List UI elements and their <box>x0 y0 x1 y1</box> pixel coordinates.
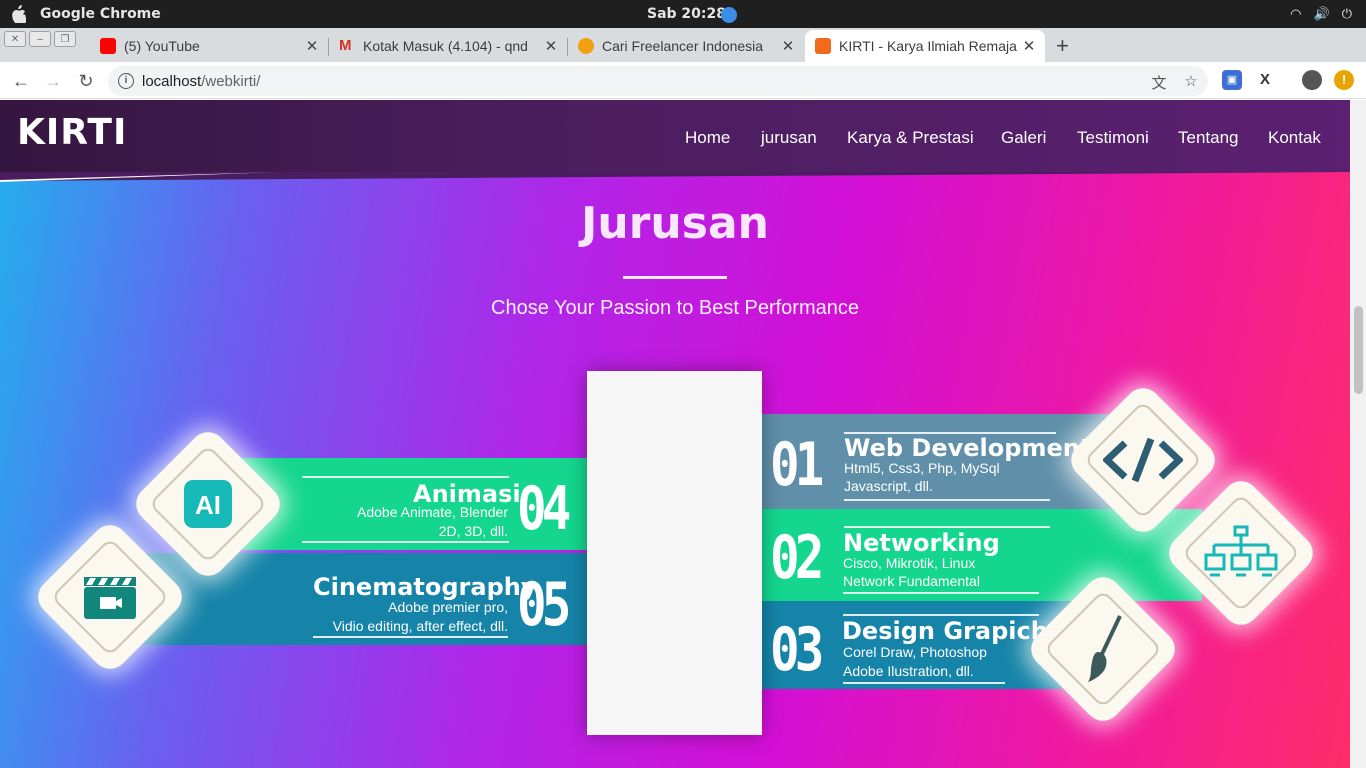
new-tab-button[interactable]: + <box>1056 33 1069 59</box>
menu-karya-prestasi[interactable]: Karya & Prestasi <box>847 128 974 148</box>
translate-icon[interactable]: 文 <box>1150 72 1168 92</box>
title-divider <box>623 276 727 279</box>
browser-toolbar: ← → ↻ i localhost/webkirti/ 文 ☆ ▣ X ! <box>0 62 1366 99</box>
major-desc: Adobe premier pro, <box>388 599 508 615</box>
info-icon[interactable]: i <box>118 73 134 89</box>
major-desc: Adobe Animate, Blender <box>357 504 508 520</box>
tab-gmail[interactable]: M Kotak Masuk (4.104) - qnd ✕ <box>329 30 568 62</box>
menu-tentang[interactable]: Tentang <box>1178 128 1239 148</box>
star-icon[interactable]: ☆ <box>1182 72 1200 90</box>
volume-icon[interactable]: 🔊 <box>1314 6 1330 22</box>
network-icon <box>1201 513 1281 593</box>
apple-icon[interactable] <box>10 5 26 23</box>
major-desc: Network Fundamental <box>843 573 980 589</box>
close-window-icon[interactable]: ✕ <box>4 31 26 47</box>
menu-testimoni[interactable]: Testimoni <box>1077 128 1149 148</box>
menu-kontak[interactable]: Kontak <box>1268 128 1321 148</box>
wifi-icon[interactable]: ◠ <box>1290 6 1301 22</box>
ai-icon: AI <box>168 464 248 544</box>
tab-title: Kotak Masuk (4.104) - qnd <box>363 38 528 54</box>
scrollbar-thumb[interactable] <box>1354 306 1363 394</box>
major-number: 04 <box>517 474 571 544</box>
major-desc: Html5, Css3, Php, MySql <box>844 460 1000 476</box>
major-number: 02 <box>770 523 824 593</box>
close-tab-icon[interactable]: ✕ <box>302 37 322 55</box>
section-title: Jurusan <box>581 198 769 249</box>
back-button[interactable]: ← <box>8 68 34 94</box>
tab-freelancer[interactable]: Cari Freelancer Indonesia ✕ <box>568 30 804 62</box>
profile-avatar[interactable] <box>1302 70 1322 90</box>
url-text[interactable]: localhost/webkirti/ <box>142 73 260 90</box>
major-desc: 2D, 3D, dll. <box>438 523 508 539</box>
major-desc: Cisco, Mikrotik, Linux <box>843 555 976 571</box>
major-desc: Corel Draw, Photoshop <box>843 644 987 660</box>
major-desc: Vidio editing, after effect, dll. <box>332 618 508 634</box>
close-tab-icon[interactable]: ✕ <box>1019 37 1039 55</box>
major-title: Design Grapich <box>842 617 1048 645</box>
window-controls: ✕ – ❐ <box>4 31 76 47</box>
power-icon[interactable]: ⏻ <box>1342 6 1352 22</box>
os-top-bar: Google Chrome Sab 20:28 ◠ 🔊 ⏻ <box>0 0 1366 28</box>
site-logo[interactable]: KIRTI <box>17 112 127 153</box>
major-number: 01 <box>770 430 824 500</box>
major-desc: Javascript, dll. <box>844 478 933 494</box>
address-bar[interactable]: i localhost/webkirti/ 文 ☆ <box>108 66 1208 96</box>
menu-jurusan[interactable]: jurusan <box>761 128 817 148</box>
web-page: KIRTI Home jurusan Karya & Prestasi Gale… <box>0 100 1350 768</box>
section-subtitle: Chose Your Passion to Best Performance <box>491 297 859 319</box>
code-icon <box>1103 420 1183 500</box>
youtube-icon <box>100 38 116 54</box>
gmail-icon: M <box>339 37 352 54</box>
forward-button[interactable]: → <box>40 68 66 94</box>
maximize-window-icon[interactable]: ❐ <box>54 31 76 47</box>
close-tab-icon[interactable]: ✕ <box>778 37 798 55</box>
app-name[interactable]: Google Chrome <box>40 6 161 22</box>
svg-text:AI: AI <box>195 490 221 520</box>
major-title: Cinematography <box>313 573 537 601</box>
reload-button[interactable]: ↻ <box>73 68 99 94</box>
menu-galeri[interactable]: Galeri <box>1001 128 1046 148</box>
tab-youtube[interactable]: (5) YouTube ✕ <box>90 30 329 62</box>
tab-title: (5) YouTube <box>124 38 200 54</box>
major-title: Web Development <box>844 434 1092 462</box>
major-title: Networking <box>843 529 1000 557</box>
brush-icon <box>1063 609 1143 689</box>
x-extension-icon[interactable]: X <box>1255 70 1275 90</box>
tab-strip: ✕ – ❐ (5) YouTube ✕ M Kotak Masuk (4.104… <box>0 28 1366 62</box>
xampp-icon <box>815 38 831 54</box>
center-panel <box>587 371 762 735</box>
menu-home[interactable]: Home <box>685 128 730 148</box>
navbar-edge <box>0 172 1350 182</box>
site-navbar: KIRTI Home jurusan Karya & Prestasi Gale… <box>0 100 1350 172</box>
major-number: 05 <box>517 570 571 640</box>
system-tray[interactable]: ◠ 🔊 ⏻ <box>1290 6 1352 22</box>
notification-icon <box>721 7 737 23</box>
tab-title: Cari Freelancer Indonesia <box>602 38 764 54</box>
tab-kirti[interactable]: KIRTI - Karya Ilmiah Remaja ✕ <box>805 30 1045 62</box>
freelancer-icon <box>578 38 594 54</box>
close-tab-icon[interactable]: ✕ <box>541 37 561 55</box>
page-scrollbar[interactable] <box>1350 100 1366 768</box>
major-desc: Adobe Ilustration, dll. <box>843 663 974 679</box>
minimize-window-icon[interactable]: – <box>29 31 51 47</box>
clapperboard-icon <box>70 557 150 637</box>
tab-title: KIRTI - Karya Ilmiah Remaja <box>839 38 1017 54</box>
extension-icon[interactable]: ▣ <box>1222 70 1242 90</box>
major-number: 03 <box>770 615 824 685</box>
clock[interactable]: Sab 20:28 <box>647 6 726 22</box>
update-alert-icon[interactable]: ! <box>1334 70 1354 90</box>
